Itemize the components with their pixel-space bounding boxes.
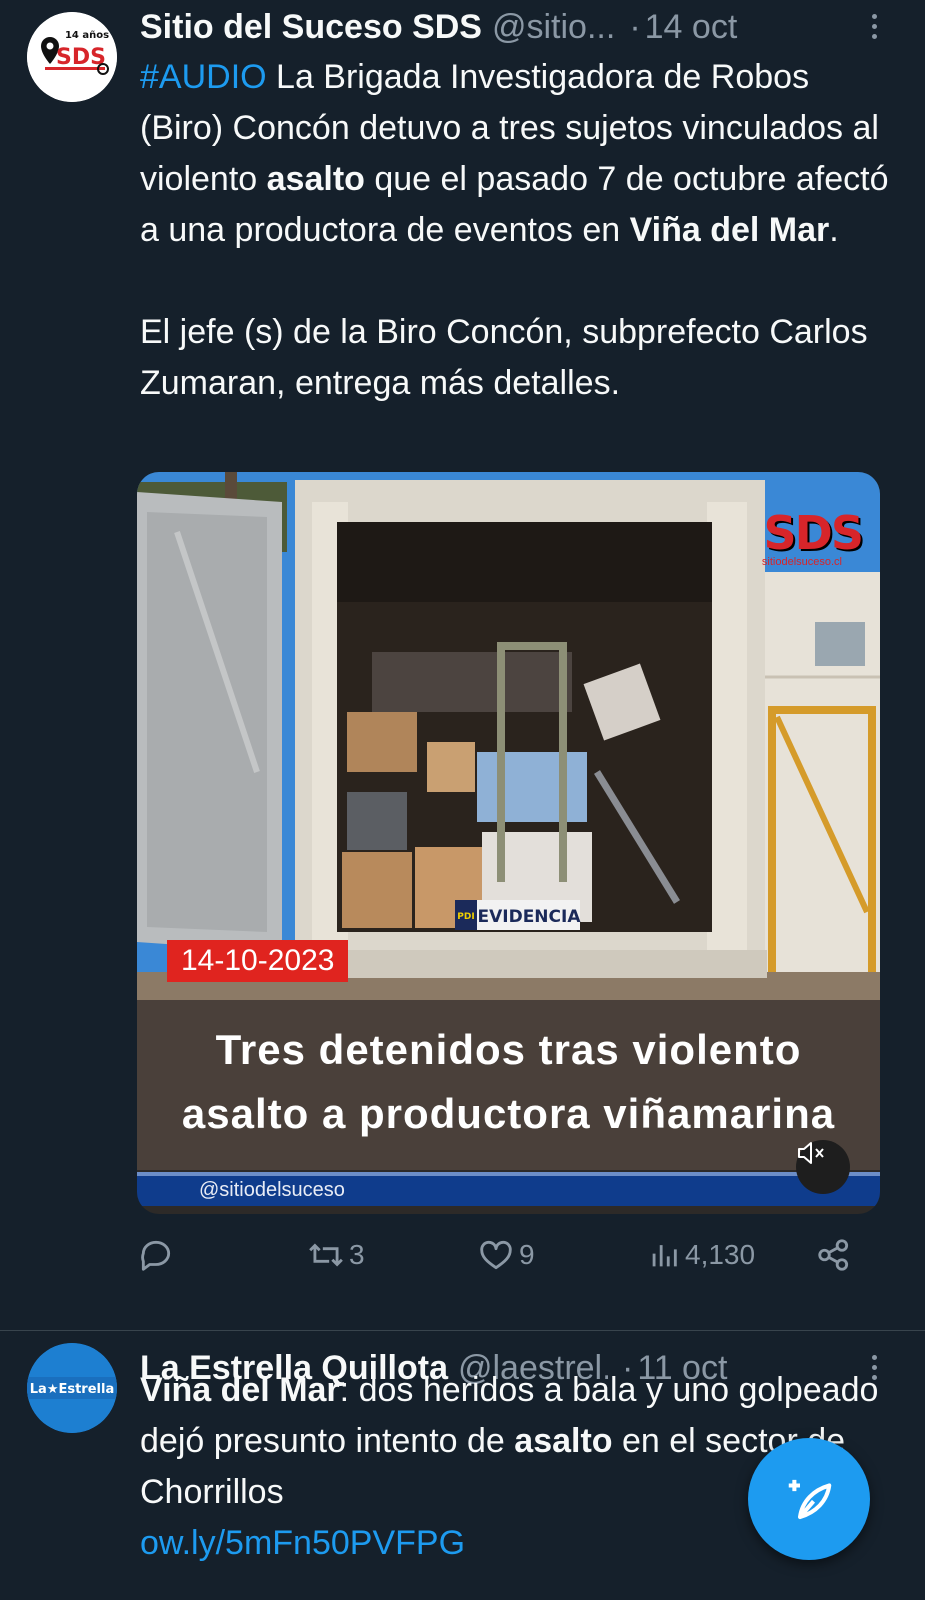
sds-avatar-logo: 14 años SDS [27, 12, 117, 102]
heart-icon [480, 1240, 512, 1270]
credit-bar: @sitiodelsuceso [137, 1172, 880, 1206]
bold-text: asalto [514, 1422, 613, 1460]
author-name[interactable]: Sitio del Suceso SDS [140, 8, 482, 47]
like-button[interactable]: 9 [477, 1236, 535, 1274]
tweet-link[interactable]: ow.ly/5mFn50PVFPG [140, 1524, 465, 1562]
tweet[interactable]: 14 años SDS Sitio del Suceso SDS @sitio.… [0, 0, 925, 1331]
tweet-paragraph: El jefe (s) de la Biro Concón, subprefec… [140, 313, 868, 402]
la-estrella-avatar-logo: La★Estrella [27, 1343, 117, 1433]
evidence-sign-text: EVIDENCIA [477, 907, 581, 927]
caption-line: Tres detenidos tras violento [215, 1026, 802, 1073]
avatar[interactable]: La★Estrella [27, 1343, 117, 1433]
video-caption: Tres detenidos tras violento asalto a pr… [137, 1000, 880, 1170]
avatar[interactable]: 14 años SDS [27, 12, 117, 102]
watermark-site: sitiodelsuceso.cl [761, 556, 842, 568]
hashtag-link[interactable]: #AUDIO [140, 58, 267, 96]
evidence-sign-prefix: PDI [457, 912, 474, 922]
share-button[interactable] [815, 1236, 853, 1274]
video-credit: @sitiodelsuceso [199, 1179, 345, 1201]
bold-text: asalto [266, 160, 365, 198]
compose-button[interactable] [748, 1438, 870, 1560]
author-handle[interactable]: @sitio... [492, 8, 615, 47]
retweet-count: 3 [349, 1239, 365, 1270]
views-count: 4,130 [685, 1239, 756, 1270]
tweet-header: Sitio del Suceso SDS @sitio... · 14 oct [140, 2, 885, 52]
share-icon [818, 1239, 849, 1271]
separator-dot: · [629, 7, 641, 46]
compose-icon [788, 1479, 832, 1520]
views-button[interactable]: 4,130 [647, 1236, 755, 1274]
watermark-logo: SDS [763, 506, 864, 560]
tweet-actions: 3 9 4,130 [137, 1236, 857, 1286]
bold-text: Viña del Mar [140, 1371, 340, 1409]
bold-text: Viña del Mar [629, 211, 830, 249]
tweet-time[interactable]: 14 oct [645, 8, 738, 47]
avatar-badge-text: 14 años [65, 30, 109, 41]
tweet-text: #AUDIO La Brigada Investigadora de Robos… [140, 52, 900, 409]
like-count: 9 [519, 1239, 535, 1270]
retweet-icon [309, 1243, 343, 1267]
date-badge: 14-10-2023 [167, 940, 349, 982]
caption-line: asalto a productora viñamarina [181, 1090, 836, 1137]
avatar-logo-text: La★Estrella [30, 1382, 114, 1397]
views-icon [652, 1245, 677, 1267]
retweet-button[interactable]: 3 [307, 1236, 365, 1274]
reply-icon [141, 1240, 171, 1271]
more-options-icon[interactable] [863, 10, 885, 44]
text-segment: . [829, 211, 839, 249]
reply-button[interactable] [137, 1236, 179, 1274]
speaker-muted-icon [798, 1142, 824, 1164]
mute-button[interactable] [796, 1140, 850, 1194]
tweet-media-video[interactable]: PDI EVIDENCIA SDS sitiodelsuceso.cl 14-1… [137, 472, 880, 1214]
